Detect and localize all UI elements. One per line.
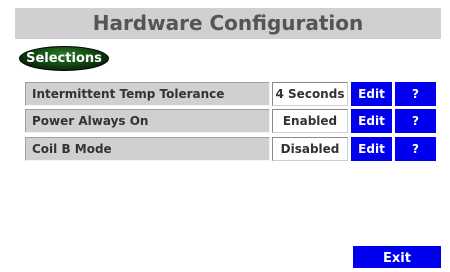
edit-button[interactable]: Edit [351, 109, 392, 133]
setting-value: 4 Seconds [272, 82, 348, 106]
exit-button[interactable]: Exit [353, 246, 441, 268]
selections-badge: Selections [19, 46, 109, 71]
setting-label: Coil B Mode [25, 137, 270, 161]
setting-value: Enabled [272, 109, 348, 133]
edit-button[interactable]: Edit [351, 82, 392, 106]
edit-button[interactable]: Edit [351, 137, 392, 161]
help-button[interactable]: ? [395, 82, 436, 106]
setting-label: Intermittent Temp Tolerance [25, 82, 270, 106]
setting-value: Disabled [272, 137, 348, 161]
help-button[interactable]: ? [395, 137, 436, 161]
help-button[interactable]: ? [395, 109, 436, 133]
page-title: Hardware Configuration [15, 8, 441, 39]
setting-label: Power Always On [25, 109, 270, 133]
